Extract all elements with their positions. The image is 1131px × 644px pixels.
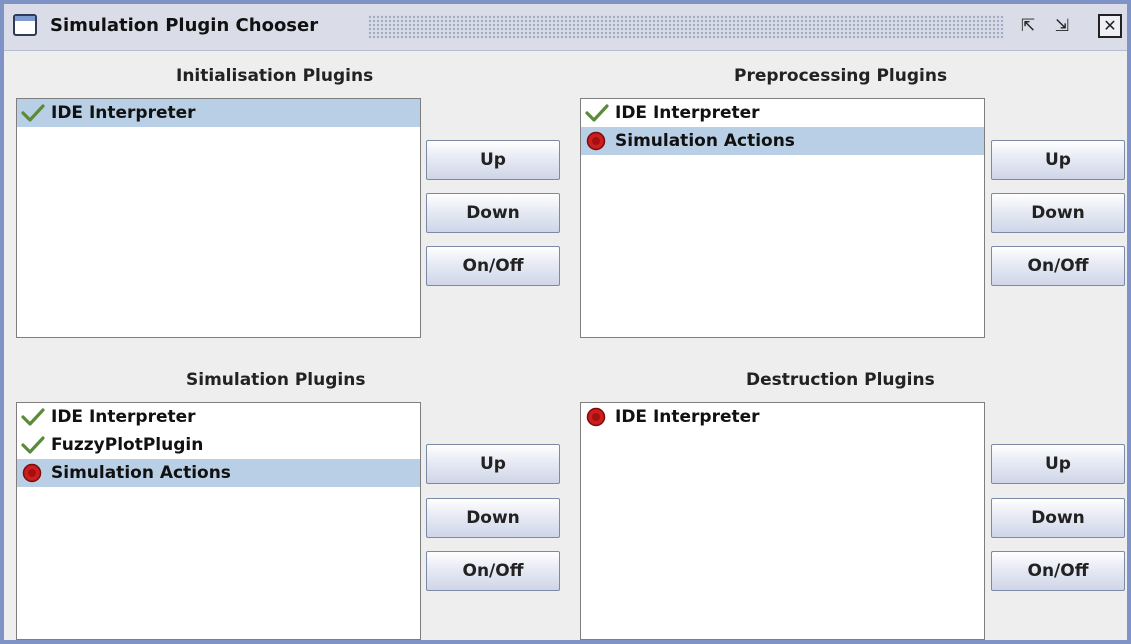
- list-item[interactable]: Simulation Actions: [17, 459, 420, 487]
- checkmark-icon: [21, 408, 45, 426]
- preprocessing-up-button[interactable]: Up: [991, 140, 1125, 180]
- checkmark-icon: [585, 104, 609, 122]
- close-icon[interactable]: ✕: [1098, 14, 1122, 38]
- preprocessing-plugins-title: Preprocessing Plugins: [734, 66, 948, 86]
- initialisation-plugins-title: Initialisation Plugins: [176, 66, 374, 86]
- checkmark-icon: [21, 436, 45, 454]
- list-item[interactable]: IDE Interpreter: [581, 403, 984, 431]
- simulation-down-button[interactable]: Down: [426, 498, 560, 538]
- destruction-plugins-list[interactable]: IDE Interpreter: [580, 402, 985, 640]
- minimize-icon[interactable]: ⇱: [1016, 14, 1040, 38]
- destruction-onoff-button[interactable]: On/Off: [991, 551, 1125, 591]
- preprocessing-down-button[interactable]: Down: [991, 193, 1125, 233]
- destruction-plugins-title: Destruction Plugins: [746, 370, 935, 390]
- simulation-plugins-title: Simulation Plugins: [186, 370, 366, 390]
- list-item-label: IDE Interpreter: [615, 407, 760, 427]
- preprocessing-onoff-button[interactable]: On/Off: [991, 246, 1125, 286]
- initialisation-plugins-list[interactable]: IDE Interpreter: [16, 98, 421, 338]
- list-item-label: Simulation Actions: [615, 131, 795, 151]
- destruction-down-button[interactable]: Down: [991, 498, 1125, 538]
- simulation-plugins-list[interactable]: IDE Interpreter FuzzyPlotPlugin Simulati…: [16, 402, 421, 640]
- list-item[interactable]: Simulation Actions: [581, 127, 984, 155]
- initialisation-up-button[interactable]: Up: [426, 140, 560, 180]
- checkmark-icon: [21, 104, 45, 122]
- list-item-label: Simulation Actions: [51, 463, 231, 483]
- list-item[interactable]: FuzzyPlotPlugin: [17, 431, 420, 459]
- plugin-chooser-window: Simulation Plugin Chooser ⇱ ⇲ ✕ Initiali…: [0, 0, 1131, 644]
- stop-icon: [22, 463, 42, 483]
- stop-icon: [586, 407, 606, 427]
- initialisation-onoff-button[interactable]: On/Off: [426, 246, 560, 286]
- title-bar[interactable]: Simulation Plugin Chooser ⇱ ⇲ ✕: [4, 4, 1127, 51]
- list-item[interactable]: IDE Interpreter: [581, 99, 984, 127]
- maximize-icon[interactable]: ⇲: [1050, 14, 1074, 38]
- list-item-label: FuzzyPlotPlugin: [51, 435, 204, 455]
- initialisation-down-button[interactable]: Down: [426, 193, 560, 233]
- window-icon: [13, 14, 37, 36]
- stop-icon: [586, 131, 606, 151]
- preprocessing-plugins-list[interactable]: IDE Interpreter Simulation Actions: [580, 98, 985, 338]
- list-item[interactable]: IDE Interpreter: [17, 403, 420, 431]
- title-bar-grip: [368, 15, 1004, 39]
- list-item[interactable]: IDE Interpreter: [17, 99, 420, 127]
- list-item-label: IDE Interpreter: [51, 407, 196, 427]
- simulation-up-button[interactable]: Up: [426, 444, 560, 484]
- window-title: Simulation Plugin Chooser: [50, 15, 319, 36]
- simulation-onoff-button[interactable]: On/Off: [426, 551, 560, 591]
- destruction-up-button[interactable]: Up: [991, 444, 1125, 484]
- list-item-label: IDE Interpreter: [51, 103, 196, 123]
- list-item-label: IDE Interpreter: [615, 103, 760, 123]
